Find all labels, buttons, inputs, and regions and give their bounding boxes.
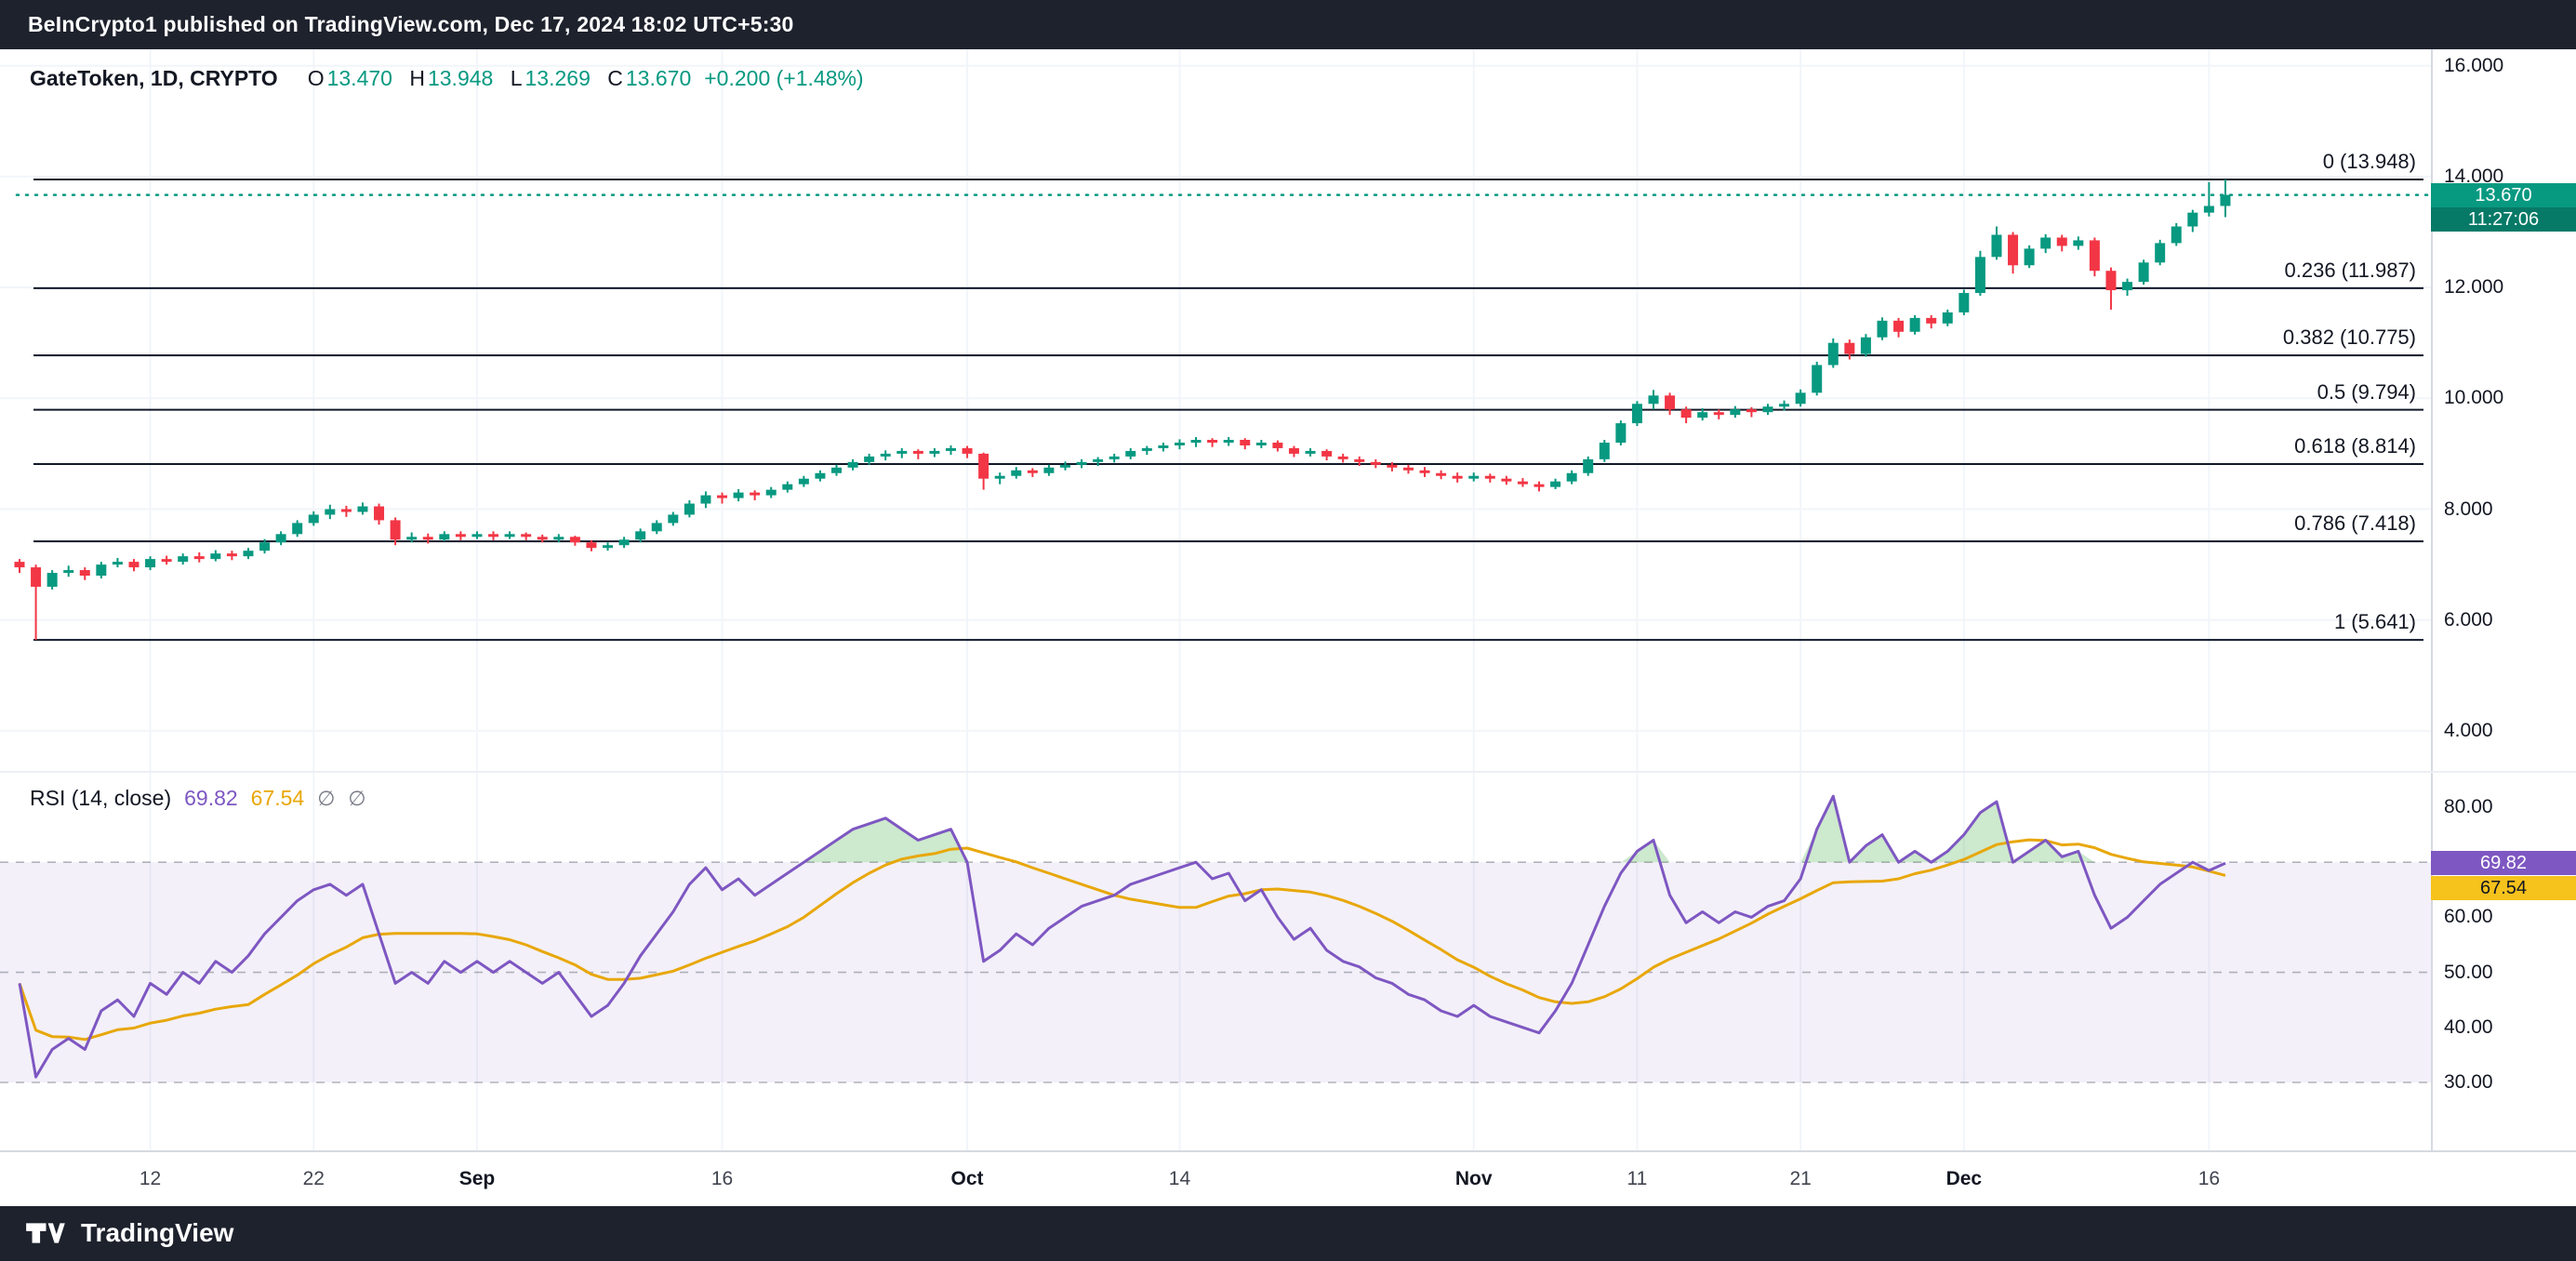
tradingview-logo-icon[interactable] (24, 1219, 68, 1247)
open-value: 13.470 (327, 66, 392, 90)
time-axis-label: 14 (1169, 1168, 1190, 1190)
open-label: O (308, 66, 325, 90)
rsi-axis-label: 50.00 (2444, 962, 2493, 984)
bar-countdown: 11:27:06 (2431, 207, 2576, 232)
rsi-current-value: 69.82 (184, 786, 238, 811)
rsi-axis-label: 30.00 (2444, 1071, 2493, 1094)
price-axis-label: 12.000 (2444, 276, 2503, 299)
symbol-header: GateToken, 1D, CRYPTO O13.470 H13.948 L1… (30, 66, 864, 91)
fib-level-label[interactable]: 0.382 (10.775) (2283, 325, 2416, 350)
time-axis-label: 12 (139, 1168, 161, 1190)
rsi-axis-label: 60.00 (2444, 906, 2493, 928)
last-price-badge: 13.670 11:27:06 (2431, 183, 2576, 232)
rsi-ma-value-badge: 67.54 (2431, 876, 2576, 900)
rsi-axis-label: 40.00 (2444, 1016, 2493, 1039)
fib-level-label[interactable]: 0 (13.948) (2323, 150, 2416, 174)
time-axis-label: 16 (2198, 1168, 2220, 1190)
time-axis-label: Nov (1455, 1168, 1493, 1190)
rsi-axis-label: 80.00 (2444, 796, 2493, 818)
pane-separator[interactable] (0, 771, 2576, 773)
fib-level-label[interactable]: 0.786 (7.418) (2294, 511, 2416, 536)
ohlc-values: O13.470 H13.948 L13.269 C13.670 (297, 66, 692, 91)
price-chart[interactable] (0, 49, 2576, 772)
time-axis[interactable]: 12 22 Sep 16 Oct 14 Nov 11 21 Dec 16 (0, 1150, 2576, 1206)
time-axis-label: 22 (303, 1168, 325, 1190)
close-value: 13.670 (626, 66, 691, 90)
time-axis-label: Sep (459, 1168, 496, 1190)
price-axis-label: 4.000 (2444, 720, 2493, 742)
low-value: 13.269 (525, 66, 591, 90)
high-label: H (409, 66, 425, 90)
change-value: +0.200 (+1.48%) (704, 66, 863, 91)
last-price-value: 13.670 (2431, 183, 2576, 207)
rsi-header: RSI (14, close) 69.82 67.54 ∅ ∅ (30, 786, 366, 811)
rsi-ma-current-value: 67.54 (251, 786, 305, 811)
price-axis-label: 10.000 (2444, 387, 2503, 409)
branding-bar: TradingView (0, 1204, 2576, 1261)
close-label: C (607, 66, 623, 90)
price-axis-label: 8.000 (2444, 498, 2493, 521)
time-axis-label: Oct (951, 1168, 984, 1190)
no-value-icon: ∅ (348, 787, 365, 811)
attribution-text: BeInCrypto1 published on TradingView.com… (28, 12, 794, 37)
symbol-title[interactable]: GateToken, 1D, CRYPTO (30, 66, 278, 91)
tradingview-wordmark[interactable]: TradingView (81, 1218, 233, 1248)
fib-level-label[interactable]: 0.5 (9.794) (2317, 380, 2416, 405)
price-axis-label: 16.000 (2444, 55, 2503, 77)
published-chart-page: BeInCrypto1 published on TradingView.com… (0, 0, 2576, 1261)
fib-level-label[interactable]: 1 (5.641) (2334, 610, 2416, 634)
rsi-value-badge: 69.82 (2431, 851, 2576, 875)
time-axis-label: Dec (1946, 1168, 1983, 1190)
attribution-bar: BeInCrypto1 published on TradingView.com… (0, 0, 2576, 49)
price-axis-label: 6.000 (2444, 609, 2493, 631)
fib-level-label[interactable]: 0.236 (11.987) (2285, 259, 2416, 283)
rsi-pane-chart[interactable] (0, 772, 2576, 1150)
time-axis-label: 16 (711, 1168, 733, 1190)
time-axis-label: 11 (1627, 1168, 1648, 1190)
high-value: 13.948 (428, 66, 493, 90)
rsi-title[interactable]: RSI (14, close) (30, 786, 171, 811)
low-label: L (511, 66, 523, 90)
fib-level-label[interactable]: 0.618 (8.814) (2294, 434, 2416, 458)
no-value-icon: ∅ (317, 787, 335, 811)
chart-area: GateToken, 1D, CRYPTO O13.470 H13.948 L1… (0, 49, 2576, 1204)
time-axis-label: 21 (1789, 1168, 1811, 1190)
